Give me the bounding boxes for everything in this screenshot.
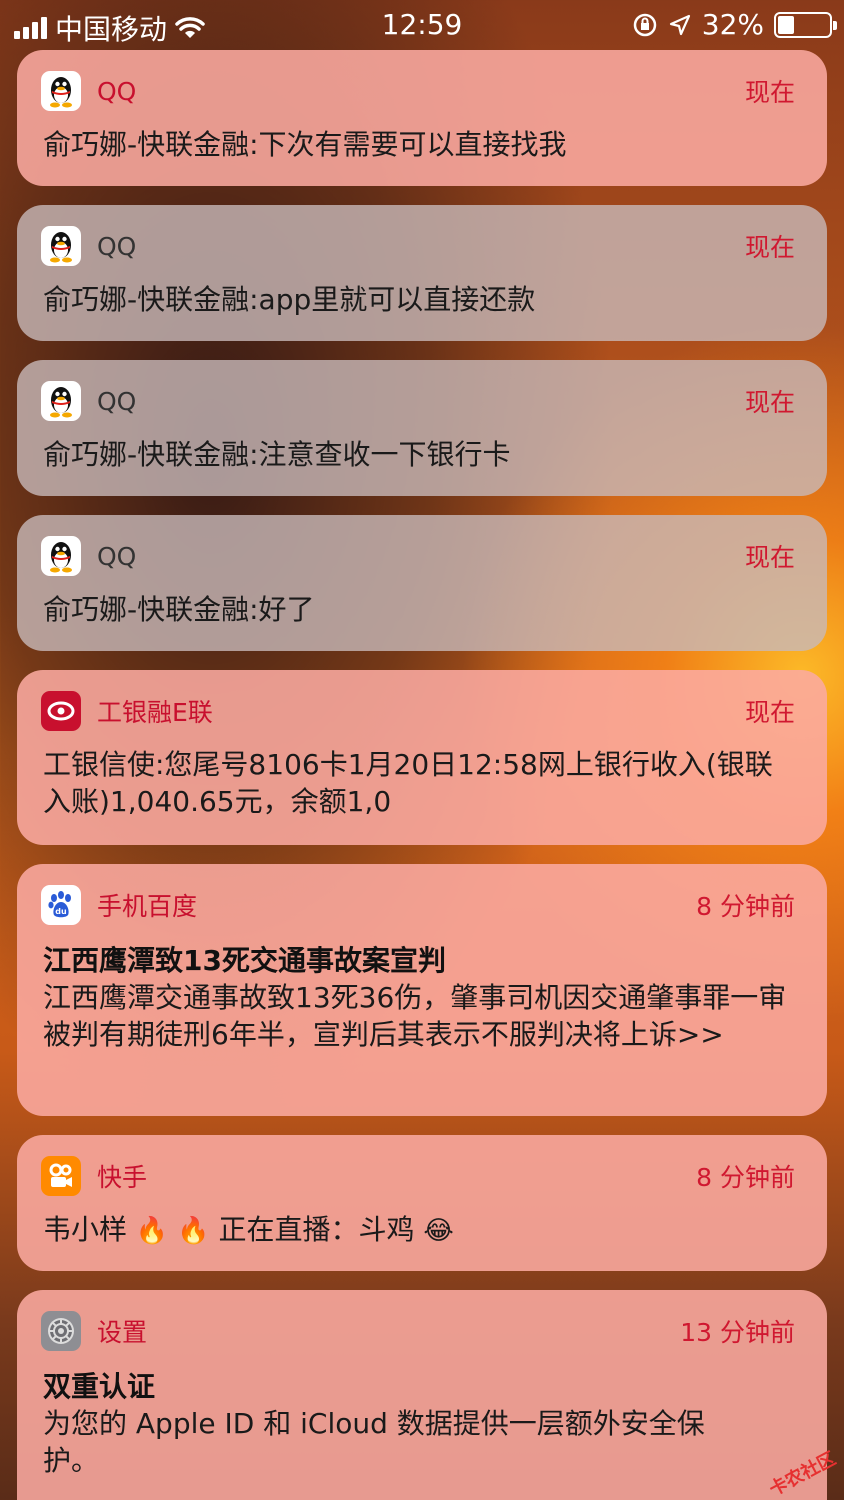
qq-penguin-icon xyxy=(41,226,81,266)
qq-penguin-icon xyxy=(41,381,81,421)
battery-level xyxy=(778,15,794,34)
fire-emoji-icon: 🔥 xyxy=(135,1216,169,1246)
notification-body: 韦小样 🔥 🔥 正在直播：斗鸡 😂 xyxy=(43,1211,795,1250)
notification-qq-3[interactable]: QQ 现在 俞巧娜-快联金融:注意查收一下银行卡 xyxy=(17,360,827,496)
notification-time: 现在 xyxy=(744,698,795,727)
notification-qq-1[interactable]: QQ 现在 俞巧娜-快联金融:下次有需要可以直接找我 xyxy=(17,50,827,186)
icbc-logo-icon xyxy=(41,691,81,731)
app-name: 手机百度 xyxy=(97,892,198,921)
notification-kuaishou[interactable]: 快手 8 分钟前 韦小样 🔥 🔥 正在直播：斗鸡 😂 xyxy=(17,1135,827,1271)
battery-percent: 32% xyxy=(701,8,764,41)
notification-body: 为您的 Apple ID 和 iCloud 数据提供一层额外安全保护。 xyxy=(43,1407,705,1477)
qq-penguin-icon xyxy=(41,536,81,576)
battery-icon xyxy=(774,11,837,38)
notification-icbc[interactable]: 工银融E联 现在 工银信使:您尾号8106卡1月20日12:58网上银行收入(银… xyxy=(17,670,827,845)
notification-body: 俞巧娜-快联金融:注意查收一下银行卡 xyxy=(43,438,511,471)
status-bar: 中国移动 12:59 32% xyxy=(0,0,844,50)
app-name: QQ xyxy=(97,76,137,106)
fire-emoji-icon: 🔥 xyxy=(177,1216,210,1246)
notification-qq-2[interactable]: QQ 现在 俞巧娜-快联金融:app里就可以直接还款 xyxy=(17,205,827,341)
location-arrow-icon xyxy=(669,14,690,35)
laughing-tears-emoji-icon: 😂 xyxy=(423,1216,454,1246)
app-name: QQ xyxy=(97,231,137,261)
baidu-paw-icon: du xyxy=(41,885,81,925)
notification-title: 双重认证 xyxy=(43,1370,156,1403)
notification-time: 现在 xyxy=(744,233,795,262)
notification-body: 江西鹰潭交通事故致13死36伤，肇事司机因交通肇事罪一审被判有期徒刑6年半，宣判… xyxy=(43,981,787,1051)
live-status-text: 正在直播：斗鸡 xyxy=(218,1213,415,1246)
notification-settings[interactable]: 设置 13 分钟前 双重认证 为您的 Apple ID 和 iCloud 数据提… xyxy=(17,1290,827,1500)
notification-time: 现在 xyxy=(744,388,795,417)
qq-penguin-icon xyxy=(41,71,81,111)
notification-time: 现在 xyxy=(744,543,795,572)
notification-title: 江西鹰潭致13死交通事故案宣判 xyxy=(43,944,446,977)
notification-body: 俞巧娜-快联金融:app里就可以直接还款 xyxy=(43,283,536,316)
app-name: QQ xyxy=(97,386,137,416)
svg-text:du: du xyxy=(55,907,67,916)
notification-time: 13 分钟前 xyxy=(680,1318,795,1347)
notification-body: 俞巧娜-快联金融:下次有需要可以直接找我 xyxy=(43,128,567,161)
kuaishou-camera-icon xyxy=(41,1156,81,1196)
notification-time: 现在 xyxy=(744,78,795,107)
notification-body: 俞巧娜-快联金融:好了 xyxy=(43,593,315,626)
app-name: 设置 xyxy=(97,1318,148,1347)
orientation-lock-icon xyxy=(633,13,657,36)
settings-gear-icon xyxy=(41,1311,81,1351)
app-name: 快手 xyxy=(97,1163,148,1192)
notification-time: 8 分钟前 xyxy=(696,1163,795,1192)
notification-time: 8 分钟前 xyxy=(696,892,795,921)
notification-baidu[interactable]: du 手机百度 8 分钟前 江西鹰潭致13死交通事故案宣判 江西鹰潭交通事故致1… xyxy=(17,864,827,1116)
app-name: 工银融E联 xyxy=(97,698,213,727)
streamer-name: 韦小样 xyxy=(43,1213,128,1246)
notification-body: 工银信使:您尾号8106卡1月20日12:58网上银行收入(银联入账)1,040… xyxy=(43,748,773,818)
notification-qq-4[interactable]: QQ 现在 俞巧娜-快联金融:好了 xyxy=(17,515,827,651)
app-name: QQ xyxy=(97,541,137,571)
